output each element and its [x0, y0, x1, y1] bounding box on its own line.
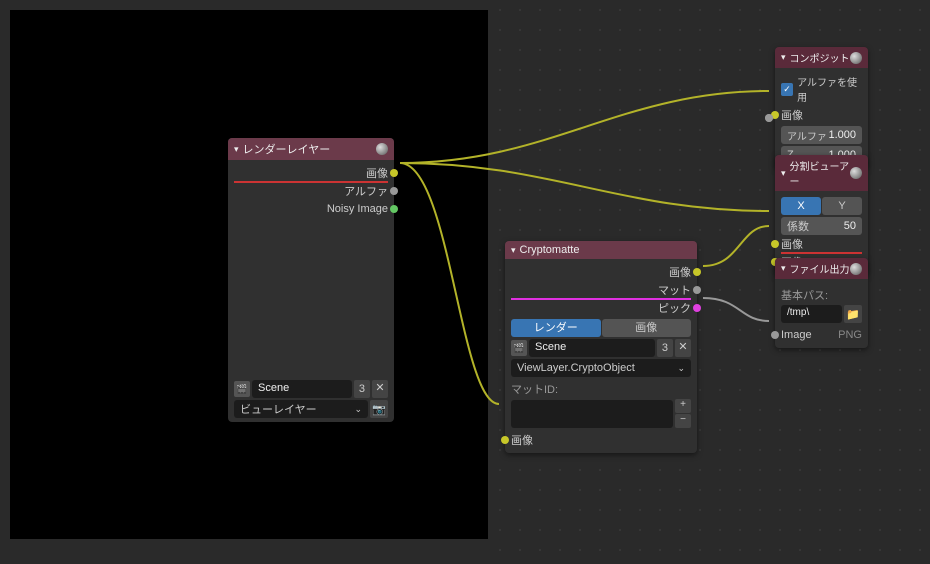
tab-y[interactable]: Y — [822, 197, 862, 215]
scene-selector[interactable]: 🎬 Scene 3 ✕ — [511, 339, 691, 357]
preview-sphere-icon — [850, 52, 862, 64]
node-header[interactable]: ▾ Cryptomatte — [505, 241, 697, 259]
folder-icon[interactable]: 📁 — [844, 305, 862, 323]
socket-image-in[interactable] — [771, 331, 779, 339]
node-cryptomatte[interactable]: ▾ Cryptomatte 画像 マット ピック レンダー 画像 🎬 Scene… — [505, 241, 697, 453]
add-button[interactable]: + — [675, 399, 691, 413]
matte-id-input[interactable] — [511, 400, 673, 428]
axis-tabs[interactable]: X Y — [781, 197, 862, 215]
scene-icon: 🎬 — [234, 381, 250, 397]
tab-image[interactable]: 画像 — [602, 319, 692, 337]
node-split-viewer[interactable]: ▾ 分割ビューアー X Y 係数 50 画像 画像 — [775, 155, 868, 275]
socket-noisy-out[interactable] — [390, 205, 398, 213]
render-button[interactable]: 📷 — [370, 400, 388, 418]
scene-users[interactable]: 3 — [354, 380, 370, 398]
input-image-1[interactable]: 画像 — [781, 235, 862, 253]
tab-x[interactable]: X — [781, 197, 821, 215]
path-input[interactable]: /tmp\ — [781, 305, 842, 323]
preview-sphere-icon — [376, 143, 388, 155]
viewlayer-selector[interactable]: ビューレイヤー ⌄ 📷 — [234, 400, 388, 418]
node-header[interactable]: ▾ ファイル出力 — [775, 258, 868, 279]
tab-render[interactable]: レンダー — [511, 319, 601, 337]
socket-image-out[interactable] — [693, 268, 701, 276]
node-title: レンダーレイヤー — [243, 141, 376, 157]
source-tabs[interactable]: レンダー 画像 — [511, 319, 691, 337]
socket-image-in[interactable] — [501, 436, 509, 444]
node-header[interactable]: ▾ レンダーレイヤー — [228, 138, 394, 160]
use-alpha-checkbox[interactable]: ✓ アルファを使用 — [781, 72, 862, 106]
ratio-field[interactable]: 係数 50 — [781, 217, 862, 235]
viewlayer-label: ビューレイヤー — [240, 401, 354, 417]
chevron-down-icon: ▾ — [781, 263, 786, 274]
scene-selector[interactable]: 🎬 Scene 3 ✕ — [234, 380, 388, 398]
output-matte[interactable]: マット — [511, 281, 691, 299]
socket-image-in[interactable] — [771, 240, 779, 248]
socket-alpha-out[interactable] — [390, 187, 398, 195]
output-image[interactable]: 画像 — [234, 164, 388, 182]
output-alpha[interactable]: アルファ — [234, 182, 388, 200]
output-pick[interactable]: ピック — [511, 299, 691, 317]
input-image[interactable]: 画像 — [781, 106, 862, 124]
preview-sphere-icon — [850, 263, 862, 275]
node-header[interactable]: ▾ コンポジット — [775, 47, 868, 68]
alpha-field[interactable]: アルファ 1.000 — [781, 126, 862, 144]
crypto-layer-select[interactable]: ViewLayer.CryptoObject ⌄ — [511, 359, 691, 377]
clear-scene-button[interactable]: ✕ — [675, 339, 691, 357]
input-image[interactable]: 画像 — [511, 431, 691, 449]
node-file-output[interactable]: ▾ ファイル出力 基本パス: /tmp\ 📁 Image PNG — [775, 258, 868, 348]
chevron-down-icon: ▾ — [781, 168, 786, 179]
chevron-down-icon: ▾ — [234, 144, 239, 155]
node-title: 分割ビューアー — [790, 158, 850, 188]
output-image[interactable]: 画像 — [511, 263, 691, 281]
chevron-down-icon: ⌄ — [677, 363, 685, 374]
matte-id-label: マットID: — [511, 381, 691, 397]
socket-z-in[interactable] — [765, 114, 773, 122]
node-title: ファイル出力 — [790, 261, 850, 276]
scene-name-input[interactable]: Scene — [252, 380, 352, 398]
output-noisy[interactable]: Noisy Image — [234, 200, 388, 218]
scene-users[interactable]: 3 — [657, 339, 673, 357]
socket-pick-out[interactable] — [693, 304, 701, 312]
node-composite[interactable]: ▾ コンポジット ✓ アルファを使用 画像 アルファ 1.000 Z 1.000 — [775, 47, 868, 168]
node-title: Cryptomatte — [520, 244, 691, 256]
socket-matte-out[interactable] — [693, 286, 701, 294]
chevron-down-icon: ▾ — [511, 245, 516, 256]
socket-image-out[interactable] — [390, 169, 398, 177]
checkbox-icon: ✓ — [781, 83, 793, 96]
base-path-label: 基本パス: — [781, 287, 862, 303]
node-title: コンポジット — [790, 50, 850, 65]
input-image-slot[interactable]: Image PNG — [781, 326, 862, 344]
chevron-down-icon: ▾ — [781, 52, 786, 63]
scene-name-input[interactable]: Scene — [529, 339, 655, 357]
node-render-layers[interactable]: ▾ レンダーレイヤー 画像 アルファ Noisy Image 🎬 Scene 3… — [228, 138, 394, 422]
preview-sphere-icon — [850, 167, 862, 179]
remove-button[interactable]: − — [675, 414, 691, 428]
scene-icon: 🎬 — [511, 340, 527, 356]
chevron-down-icon: ⌄ — [354, 404, 362, 415]
node-header[interactable]: ▾ 分割ビューアー — [775, 155, 868, 191]
clear-scene-button[interactable]: ✕ — [372, 380, 388, 398]
